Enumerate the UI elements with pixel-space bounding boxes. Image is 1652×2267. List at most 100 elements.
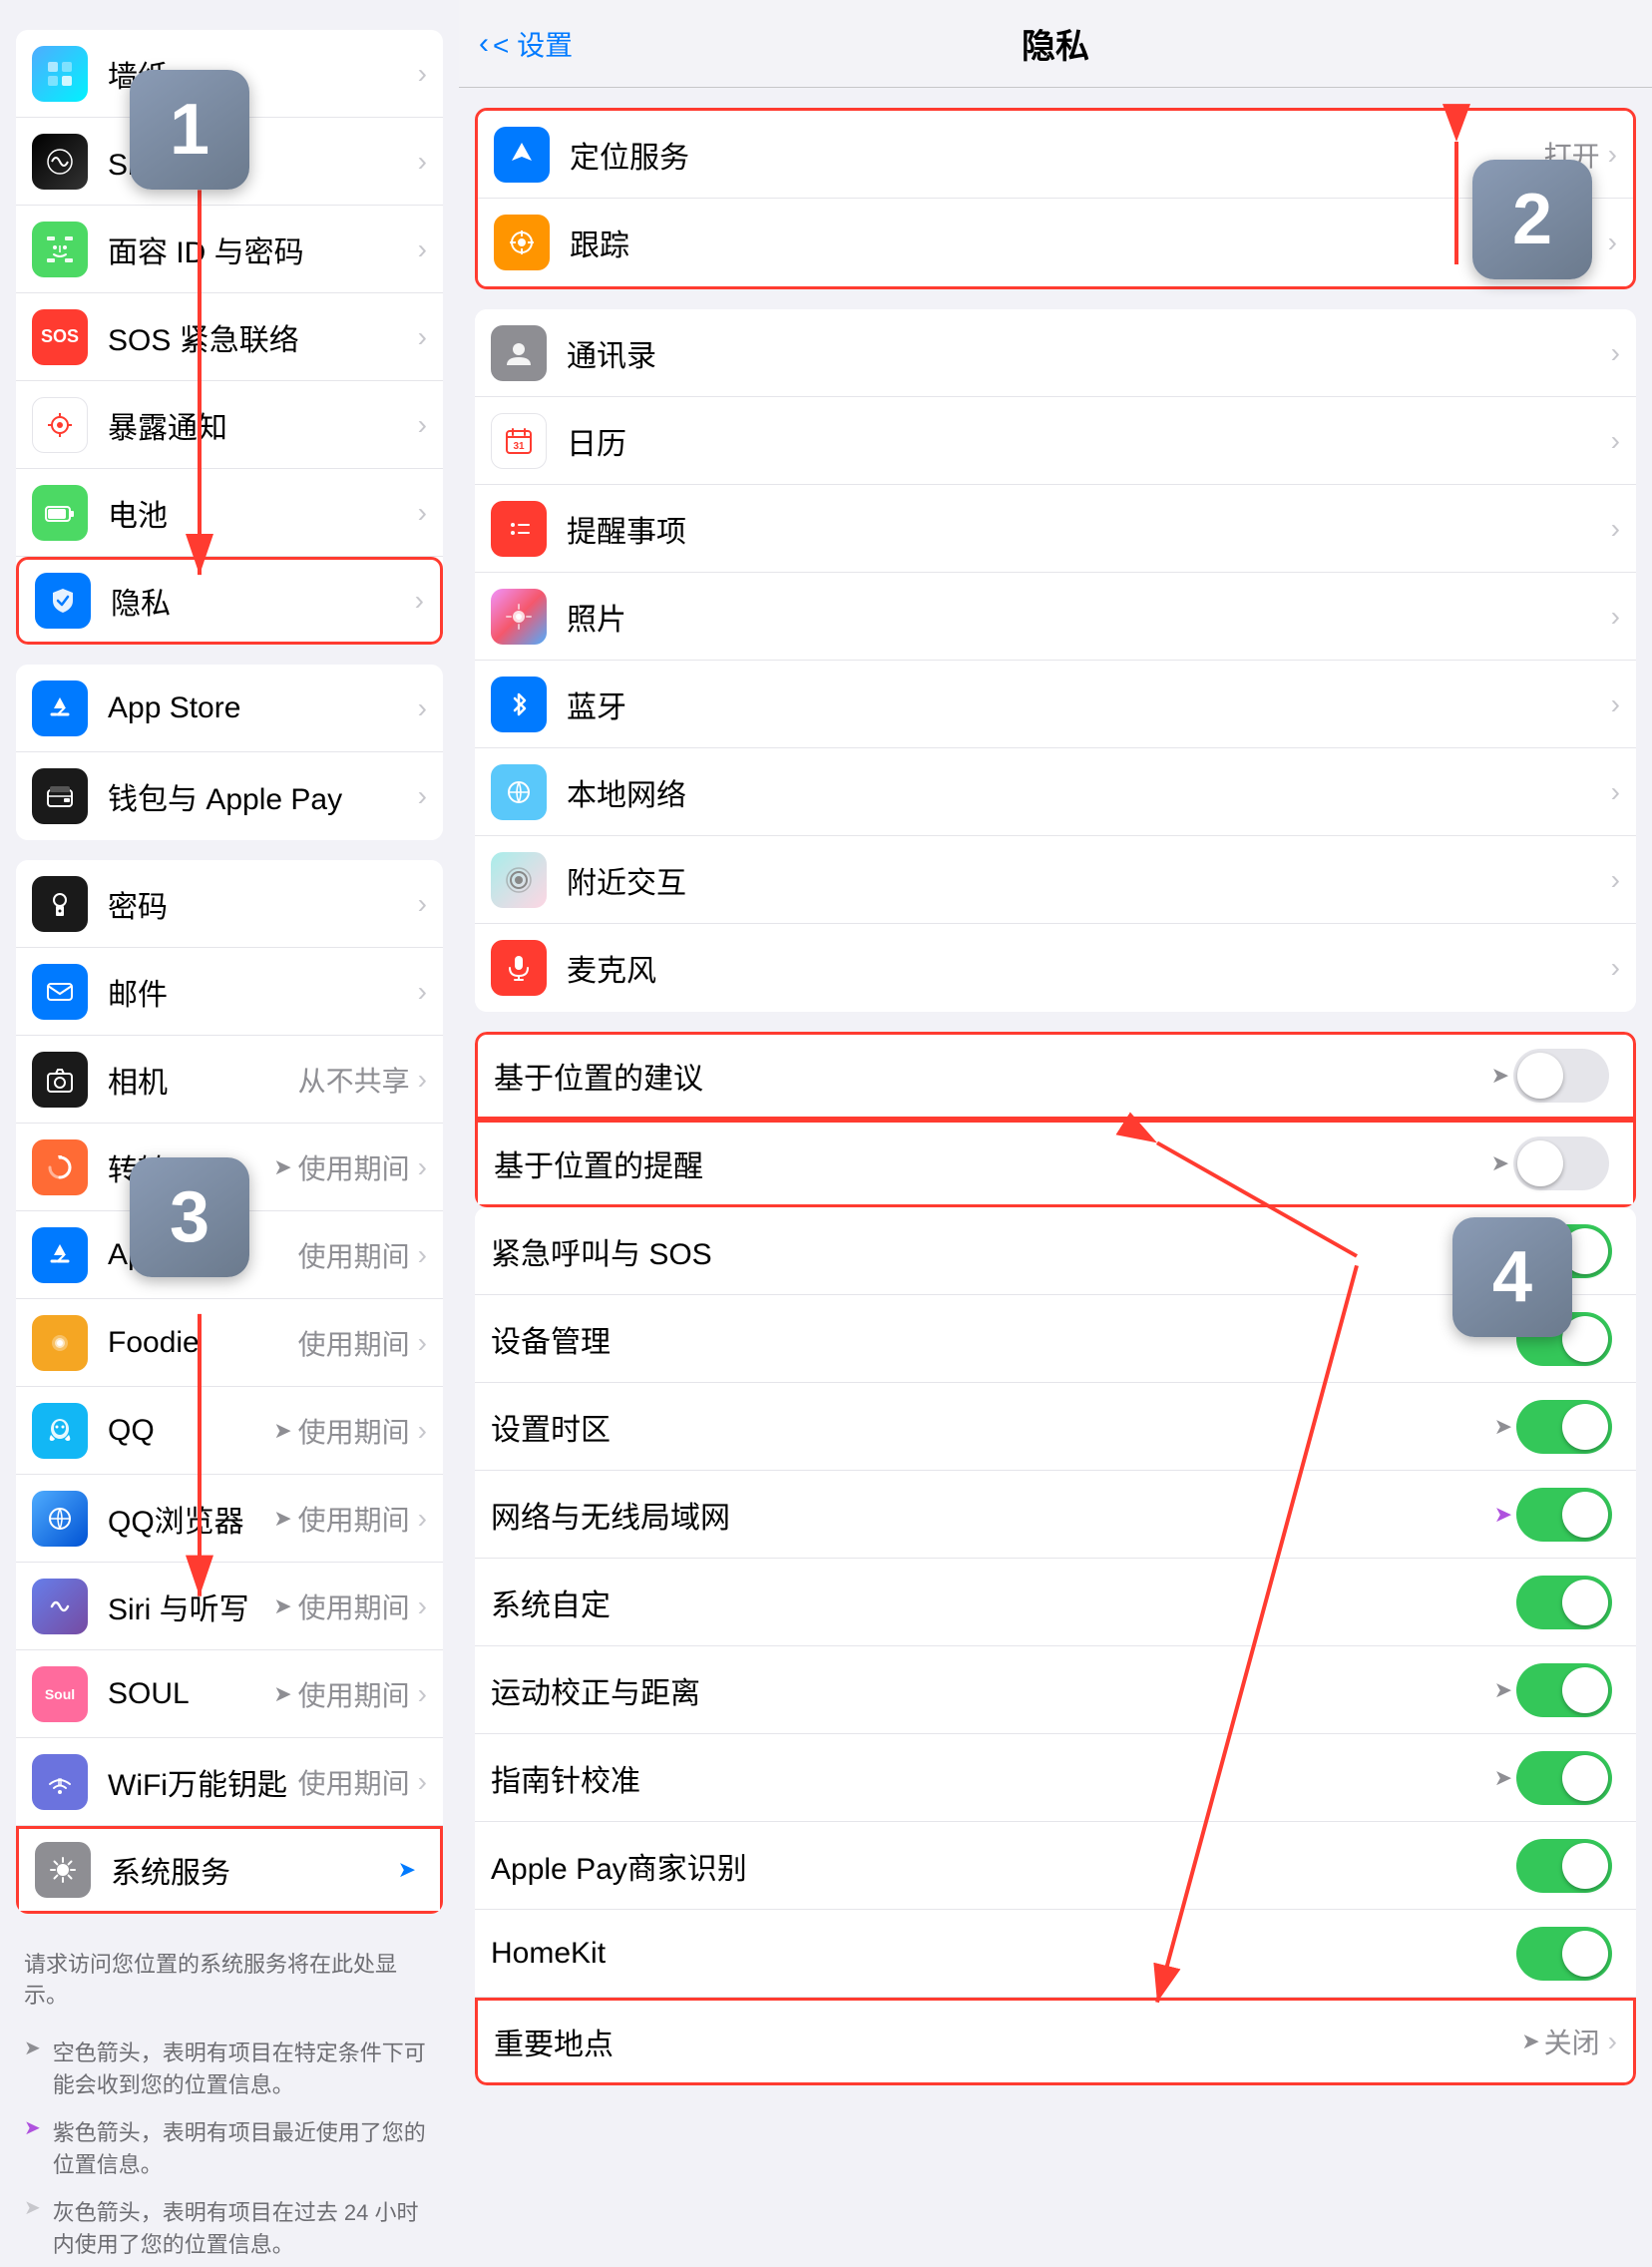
settings-item-location[interactable]: 定位服务 打开 ›: [478, 111, 1633, 199]
settings-item-contacts[interactable]: 通讯录 ›: [475, 309, 1636, 397]
homekit-item[interactable]: HomeKit: [475, 1910, 1636, 1998]
settings-item-exposure[interactable]: 暴露通知 ›: [16, 381, 443, 469]
settings-item-bluetooth[interactable]: 蓝牙 ›: [475, 661, 1636, 748]
emergency-label: 紧急呼叫与 SOS: [491, 1229, 1516, 1273]
settings-item-appstore[interactable]: App Store ›: [16, 665, 443, 752]
photos-icon: [491, 589, 547, 645]
toggle-knob: [1517, 1053, 1563, 1099]
homekit-toggle[interactable]: [1516, 1927, 1612, 1981]
wallet-label: 钱包与 Apple Pay: [108, 774, 418, 818]
wallet-chevron: ›: [418, 780, 427, 812]
network-wireless-item[interactable]: 网络与无线局域网 ➤: [475, 1471, 1636, 1559]
toggle-knob5: [1562, 1404, 1608, 1450]
settings-item-wifi[interactable]: WiFi万能钥匙 使用期间 ›: [16, 1738, 443, 1826]
timezone-toggle[interactable]: [1516, 1400, 1612, 1454]
loc-suggest-item[interactable]: 基于位置的建议 ➤: [475, 1032, 1636, 1120]
foodie-label: Foodie: [108, 1326, 298, 1360]
soul-value: 使用期间: [298, 1674, 410, 1714]
foodie-chevron: ›: [418, 1327, 427, 1359]
settings-item-calendar[interactable]: 31 日历 ›: [475, 397, 1636, 485]
siri-chevron: ›: [418, 146, 427, 178]
step3-bubble: 3: [130, 1157, 249, 1277]
settings-item-wallet[interactable]: 钱包与 Apple Pay ›: [16, 752, 443, 840]
important-places-arrow: ➤: [1521, 2029, 1539, 2054]
applepay-item[interactable]: Apple Pay商家识别: [475, 1822, 1636, 1910]
network-wireless-label: 网络与无线局域网: [491, 1493, 1494, 1537]
sos-label: SOS 紧急联络: [108, 315, 418, 359]
back-label: < 设置: [493, 24, 573, 64]
camera-label: 相机: [108, 1058, 298, 1102]
battery-chevron: ›: [418, 497, 427, 529]
settings-item-siriapp[interactable]: Siri 与听写 ➤ 使用期间 ›: [16, 1563, 443, 1650]
mail-chevron: ›: [418, 976, 427, 1008]
system-custom-item[interactable]: 系统自定: [475, 1559, 1636, 1646]
appstore3-icon: [32, 1227, 88, 1283]
zhuanzhuan-loc-arrow: ➤: [273, 1154, 291, 1180]
settings-item-foodie[interactable]: Foodie 使用期间 ›: [16, 1299, 443, 1387]
settings-item-qq[interactable]: QQ ➤ 使用期间 ›: [16, 1387, 443, 1475]
settings-item-sos[interactable]: SOS SOS 紧急联络 ›: [16, 293, 443, 381]
system-custom-toggle[interactable]: [1516, 1576, 1612, 1629]
qq-value: 使用期间: [298, 1411, 410, 1451]
reminders-chevron: ›: [1611, 513, 1620, 545]
settings-item-privacy[interactable]: 隐私 ›: [16, 557, 443, 645]
settings-item-camera[interactable]: 相机 从不共享 ›: [16, 1036, 443, 1124]
settings-item-qqbrowser[interactable]: QQ浏览器 ➤ 使用期间 ›: [16, 1475, 443, 1563]
compass-arrow: ➤: [1494, 1765, 1512, 1791]
system-icon: [35, 1842, 91, 1898]
settings-item-network[interactable]: 本地网络 ›: [475, 748, 1636, 836]
system-custom-label: 系统自定: [491, 1581, 1516, 1624]
siriapp-label: Siri 与听写: [108, 1585, 273, 1628]
siriapp-value: 使用期间: [298, 1587, 410, 1626]
settings-item-reminders[interactable]: 提醒事项 ›: [475, 485, 1636, 573]
settings-item-battery[interactable]: 电池 ›: [16, 469, 443, 557]
compass-toggle[interactable]: [1516, 1751, 1612, 1805]
network-label: 本地网络: [567, 770, 1611, 814]
qqbrowser-value: 使用期间: [298, 1499, 410, 1539]
siriapp-chevron: ›: [418, 1590, 427, 1622]
foodie-value: 使用期间: [298, 1323, 410, 1363]
settings-item-soul[interactable]: Soul SOUL ➤ 使用期间 ›: [16, 1650, 443, 1738]
appstore3-value: 使用期间: [298, 1235, 410, 1275]
photos-chevron: ›: [1611, 601, 1620, 633]
loc-suggest-label: 基于位置的建议: [494, 1054, 1491, 1098]
settings-group3: 密码 › 邮件 › 相机 从不共享 ›: [16, 860, 443, 1914]
toggle-knob11: [1562, 1931, 1608, 1977]
loc-suggest-toggle[interactable]: [1513, 1049, 1609, 1103]
motion-arrow: ➤: [1494, 1677, 1512, 1703]
qq-label: QQ: [108, 1414, 273, 1448]
settings-item-faceid[interactable]: 面容 ID 与密码 ›: [16, 206, 443, 293]
settings-item-mail[interactable]: 邮件 ›: [16, 948, 443, 1036]
motion-item[interactable]: 运动校正与距离 ➤: [475, 1646, 1636, 1734]
important-places-item[interactable]: 重要地点 ➤ 关闭 ›: [475, 1998, 1636, 2085]
legend3-icon: ➤: [24, 2195, 41, 2220]
exposure-label: 暴露通知: [108, 403, 418, 447]
applepay-label: Apple Pay商家识别: [491, 1844, 1516, 1888]
settings-item-mic[interactable]: 麦克风 ›: [475, 924, 1636, 1012]
settings-item-password[interactable]: 密码 ›: [16, 860, 443, 948]
network-wireless-toggle[interactable]: [1516, 1488, 1612, 1542]
settings-item-system[interactable]: 系统服务 ➤: [16, 1826, 443, 1914]
applepay-toggle[interactable]: [1516, 1839, 1612, 1893]
timezone-item[interactable]: 设置时区 ➤: [475, 1383, 1636, 1471]
legend1: ➤ 空色箭头，表明有项目在特定条件下可能会收到您的位置信息。: [0, 2028, 459, 2107]
wallpaper-icon: [32, 46, 88, 102]
motion-toggle[interactable]: [1516, 1663, 1612, 1717]
nav-back-button[interactable]: ‹ < 设置: [479, 24, 573, 64]
settings-item-nearby[interactable]: 附近交互 ›: [475, 836, 1636, 924]
settings-item-tracking[interactable]: 跟踪 ›: [478, 199, 1633, 286]
wifi-chevron: ›: [418, 1766, 427, 1798]
settings-item-photos[interactable]: 照片 ›: [475, 573, 1636, 661]
toggle-knob7: [1562, 1580, 1608, 1625]
faceid-label: 面容 ID 与密码: [108, 227, 418, 271]
legend3-text: 灰色箭头，表明有项目在过去 24 小时内使用了您的位置信息。: [53, 2195, 435, 2259]
photos-label: 照片: [567, 595, 1611, 639]
location-toggles-group: 紧急呼叫与 SOS 设备管理 设置时区 ➤: [475, 1207, 1636, 2085]
qqbrowser-label: QQ浏览器: [108, 1497, 273, 1541]
loc-remind-toggle[interactable]: [1513, 1136, 1609, 1190]
loc-remind-item[interactable]: 基于位置的提醒 ➤: [475, 1120, 1636, 1207]
compass-item[interactable]: 指南针校准 ➤: [475, 1734, 1636, 1822]
compass-label: 指南针校准: [491, 1756, 1494, 1800]
exposure-icon: [32, 397, 88, 453]
soul-loc-arrow: ➤: [273, 1681, 291, 1707]
